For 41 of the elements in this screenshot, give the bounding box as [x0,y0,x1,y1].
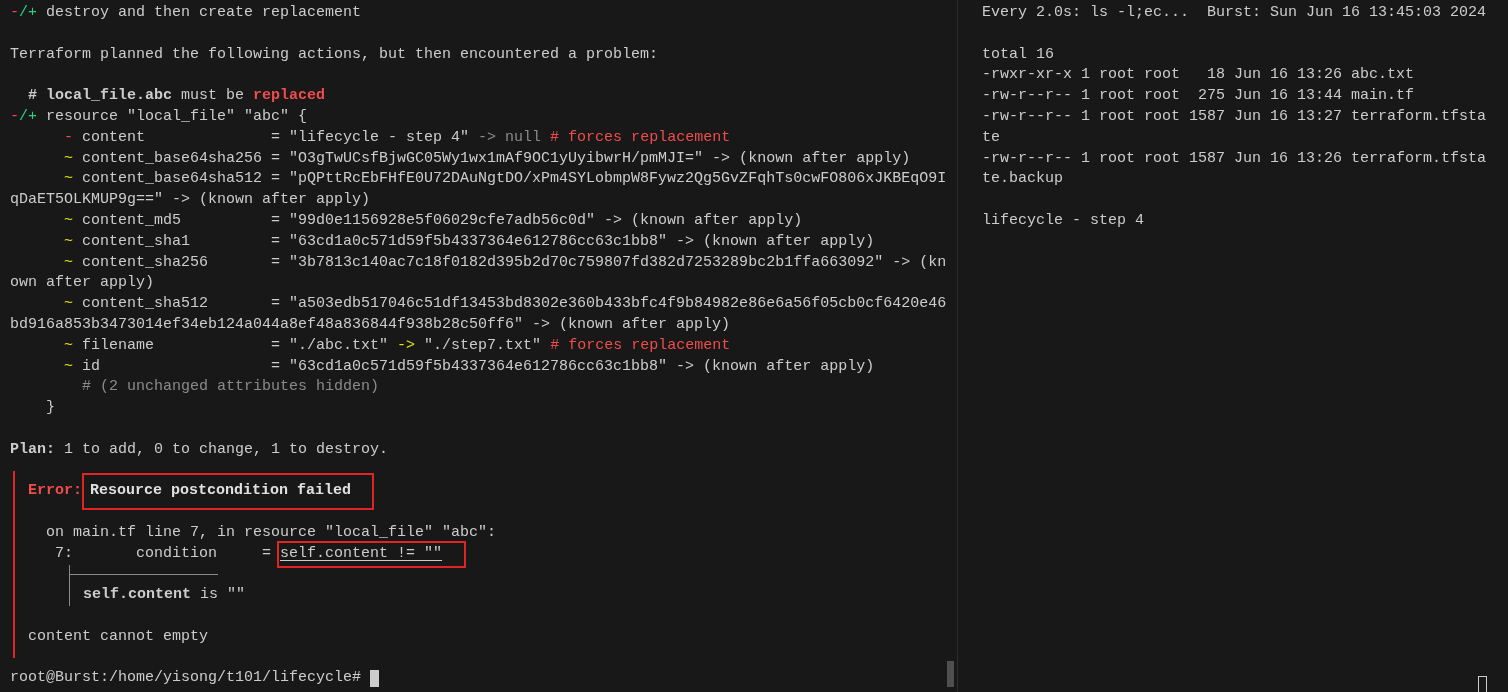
terminal-line: # (2 unchanged attributes hidden) [81,377,381,398]
terminal-line: -rw-r--r-- 1 root root 1587 Jun 16 13:27 terraform.tfsta [982,107,1488,127]
terminal-line: -rw-r--r-- 1 root root 1587 Jun 16 13:26 terraform.tfsta [982,148,1488,169]
terminal-line: -/+ destroy and then create replacement [10,3,363,23]
shell-prompt: root@Burst:/home/yisong/t101/lifecycle# [10,668,362,689]
scrollbar-thumb[interactable] [947,661,954,687]
error-summary: Resource postcondition failed [90,482,352,500]
terminal-line: -rw-r--r-- 1 root root 275 Jun 16 13:44 main.tf [982,86,1416,107]
text-cursor [370,670,380,688]
error-location: on main.tf line 7, in resource "local_file" "abc": [45,522,497,543]
watch-host-time: Burst: Sun Jun 16 13:45:03 2024 [1207,3,1487,23]
error-message: content cannot empty [28,626,209,647]
terminal-line: ~ id = "63cd1a0c571d59f5b4337364e612786cc63c1bb8" -> (known after apply) [63,356,876,377]
terminal-line: qDaET5OLKMUP9g==" -> (known after apply) [10,190,372,211]
terminal-line: Plan: 1 to add, 0 to change, 1 to destroy. [10,439,390,460]
source-code: condition = [136,543,272,564]
terminal-line: own after apply) [10,273,156,294]
terminal-line: -/+ resource "local_file" "abc" { [10,107,309,127]
terminal-line: bd916a853b3473014ef34eb124a044a8ef48a836844f938b28c50ff6" -> (known after apply) [10,314,732,335]
terminal-line: te.backup [982,169,1064,190]
error-detail: self.content is "" [82,585,246,606]
error-label: Error: [28,481,82,502]
terminal-line: ~ filename = "./abc.txt" -> "./step7.txt" # forces replacement [63,335,732,356]
text-cursor [1478,676,1487,692]
line-number: 7: [54,543,73,564]
source-expression: self.content != "" [280,544,443,562]
terminal-line: } [45,398,56,419]
watch-command: Every 2.0s: ls -l;ec... [982,3,1190,23]
terminal-line: -rwxr-xr-x 1 root root 18 Jun 16 13:26 abc.txt [982,65,1416,86]
terminal-line: te [982,127,1001,148]
terminal-line: ~ content_sha512 = "a503edb517046c51df13453bd8302e360b433bfc4f9b84982e86e6a56f05cb0cf6420e46 [63,294,948,315]
terminal-line: ~ content_base64sha512 = "pQPttRcEbFHfE0U72DAuNgtDO/xPm4SYLobmpW8Fywz2Qg5GvZFqhTs0cwFO806xJKBEqO9I [63,169,948,190]
terminal-line: ~ content_md5 = "99d0e1156928e5f06029cfe7adb56c0d" -> (known after apply) [63,210,804,231]
terminal-line: # local_file.abc must be replaced [27,86,327,107]
terminal-line: total 16 [982,44,1055,65]
terminal-line: Terraform planned the following actions, but then encountered a problem: [10,44,660,65]
terminal-line: - content = "lifecycle - step 4" -> null # forces replacement [63,127,732,148]
terminal-line: ~ content_sha256 = "3b7813c140ac7c18f0182d395b2d70c759807fd382d7253289bc2b1ffa663092" -> (kn [63,252,948,273]
terminal-line: ~ content_sha1 = "63cd1a0c571d59f5b4337364e612786cc63c1bb8" -> (known after apply) [63,231,876,252]
terminal-line: lifecycle - step 4 [982,210,1146,231]
terminal-line: ~ content_base64sha256 = "O3gTwUCsfBjwGC05Wy1wx1mAf9OC1yUyibwrH/pmMJI=" -> (known after apply) [63,148,912,169]
